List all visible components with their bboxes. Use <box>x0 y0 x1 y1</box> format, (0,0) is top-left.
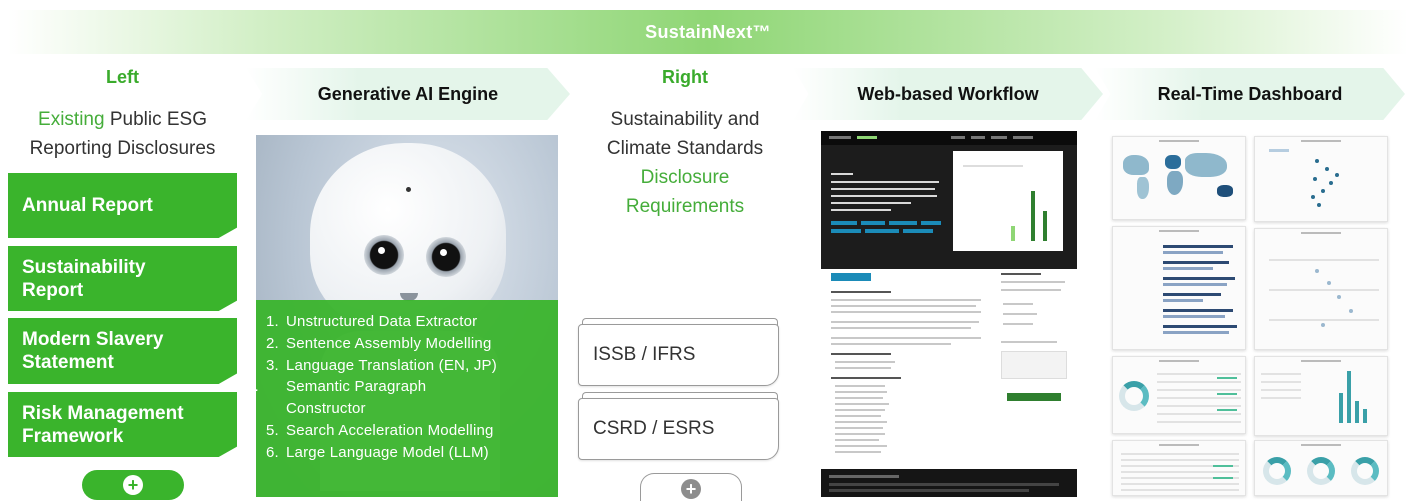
robot-eye-right <box>426 237 466 277</box>
left-lead-rest-1: Public ESG <box>104 109 207 130</box>
robot-photo: 1. Unstructured Data Extractor 2. Sentence… <box>256 135 558 497</box>
engine-steps-list: 1. Unstructured Data Extractor 2. Sentence… <box>256 300 558 497</box>
real-time-dashboard-title: Real-Time Dashboard <box>1157 83 1343 104</box>
sustainability-report-card[interactable]: Sustainability Report <box>8 246 237 311</box>
risk-management-label: Risk Management Framework <box>22 402 184 447</box>
left-lead-rest-2: Reporting Disclosures <box>29 138 216 159</box>
dashboard-panel-donut-table <box>1112 356 1246 434</box>
engine-step: 1. Unstructured Data Extractor <box>266 313 478 330</box>
engine-step: 2. Sentence Assembly Modelling <box>266 334 492 352</box>
web-based-workflow-chevron: Web-based Workflow <box>793 68 1103 120</box>
left-lead: Existing Public ESG Reporting Disclosure… <box>8 105 237 163</box>
dashboard-panel-scatter <box>1254 136 1388 222</box>
standard-card-csrd[interactable]: CSRD / ESRS <box>578 398 779 460</box>
generative-ai-engine-title: Generative AI Engine <box>317 83 499 104</box>
left-title: Left <box>106 67 139 87</box>
plus-icon: + <box>681 479 701 499</box>
risk-management-card[interactable]: Risk Management Framework <box>8 392 237 457</box>
sustainability-report-label: Sustainability Report <box>22 256 146 301</box>
add-standard-button[interactable]: + <box>640 473 742 501</box>
workflow-screenshot <box>821 131 1077 497</box>
dashboard-screenshot <box>1108 134 1392 498</box>
banner-title: SustainNext™ <box>645 21 771 42</box>
dashboard-panel-donuts <box>1254 440 1388 496</box>
engine-step: 5. Search Acceleration Modelling <box>266 421 494 439</box>
engine-step: 6. Large Language Model (LLM) <box>266 443 489 461</box>
dashboard-panel-bars <box>1112 226 1246 350</box>
standard-card-issb[interactable]: ISSB / IFRS <box>578 324 779 386</box>
standard-label: CSRD / ESRS <box>593 418 715 439</box>
real-time-dashboard-chevron: Real-Time Dashboard <box>1095 68 1405 120</box>
engine-step: 4.Semantic Paragraph Constructor <box>256 378 427 418</box>
generative-ai-engine-chevron: Generative AI Engine <box>246 68 570 120</box>
sustainnext-banner: SustainNext™ <box>8 10 1408 54</box>
right-lead: Sustainability and Climate Standards Dis… <box>606 109 764 217</box>
engine-step: 3. Language Translation (EN, JP) <box>266 356 497 374</box>
modern-slavery-card[interactable]: Modern Slavery Statement <box>8 318 237 384</box>
web-based-workflow-title: Web-based Workflow <box>857 83 1039 104</box>
modern-slavery-label: Modern Slavery Statement <box>22 329 164 373</box>
dashboard-panel-map <box>1112 136 1246 220</box>
plus-icon: + <box>123 475 143 495</box>
annual-report-label: Annual Report <box>22 195 153 216</box>
left-lead-highlight: Existing <box>38 109 105 130</box>
annual-report-card[interactable]: Annual Report <box>8 173 237 238</box>
dashboard-panel-scatter-2 <box>1254 228 1388 350</box>
robot-eye-left <box>364 235 404 275</box>
dashboard-panel-table <box>1112 440 1246 496</box>
standard-label: ISSB / IFRS <box>593 344 696 365</box>
add-document-button[interactable]: + <box>82 470 184 500</box>
right-title: Right <box>662 67 708 87</box>
dashboard-panel-vbars <box>1254 356 1388 436</box>
